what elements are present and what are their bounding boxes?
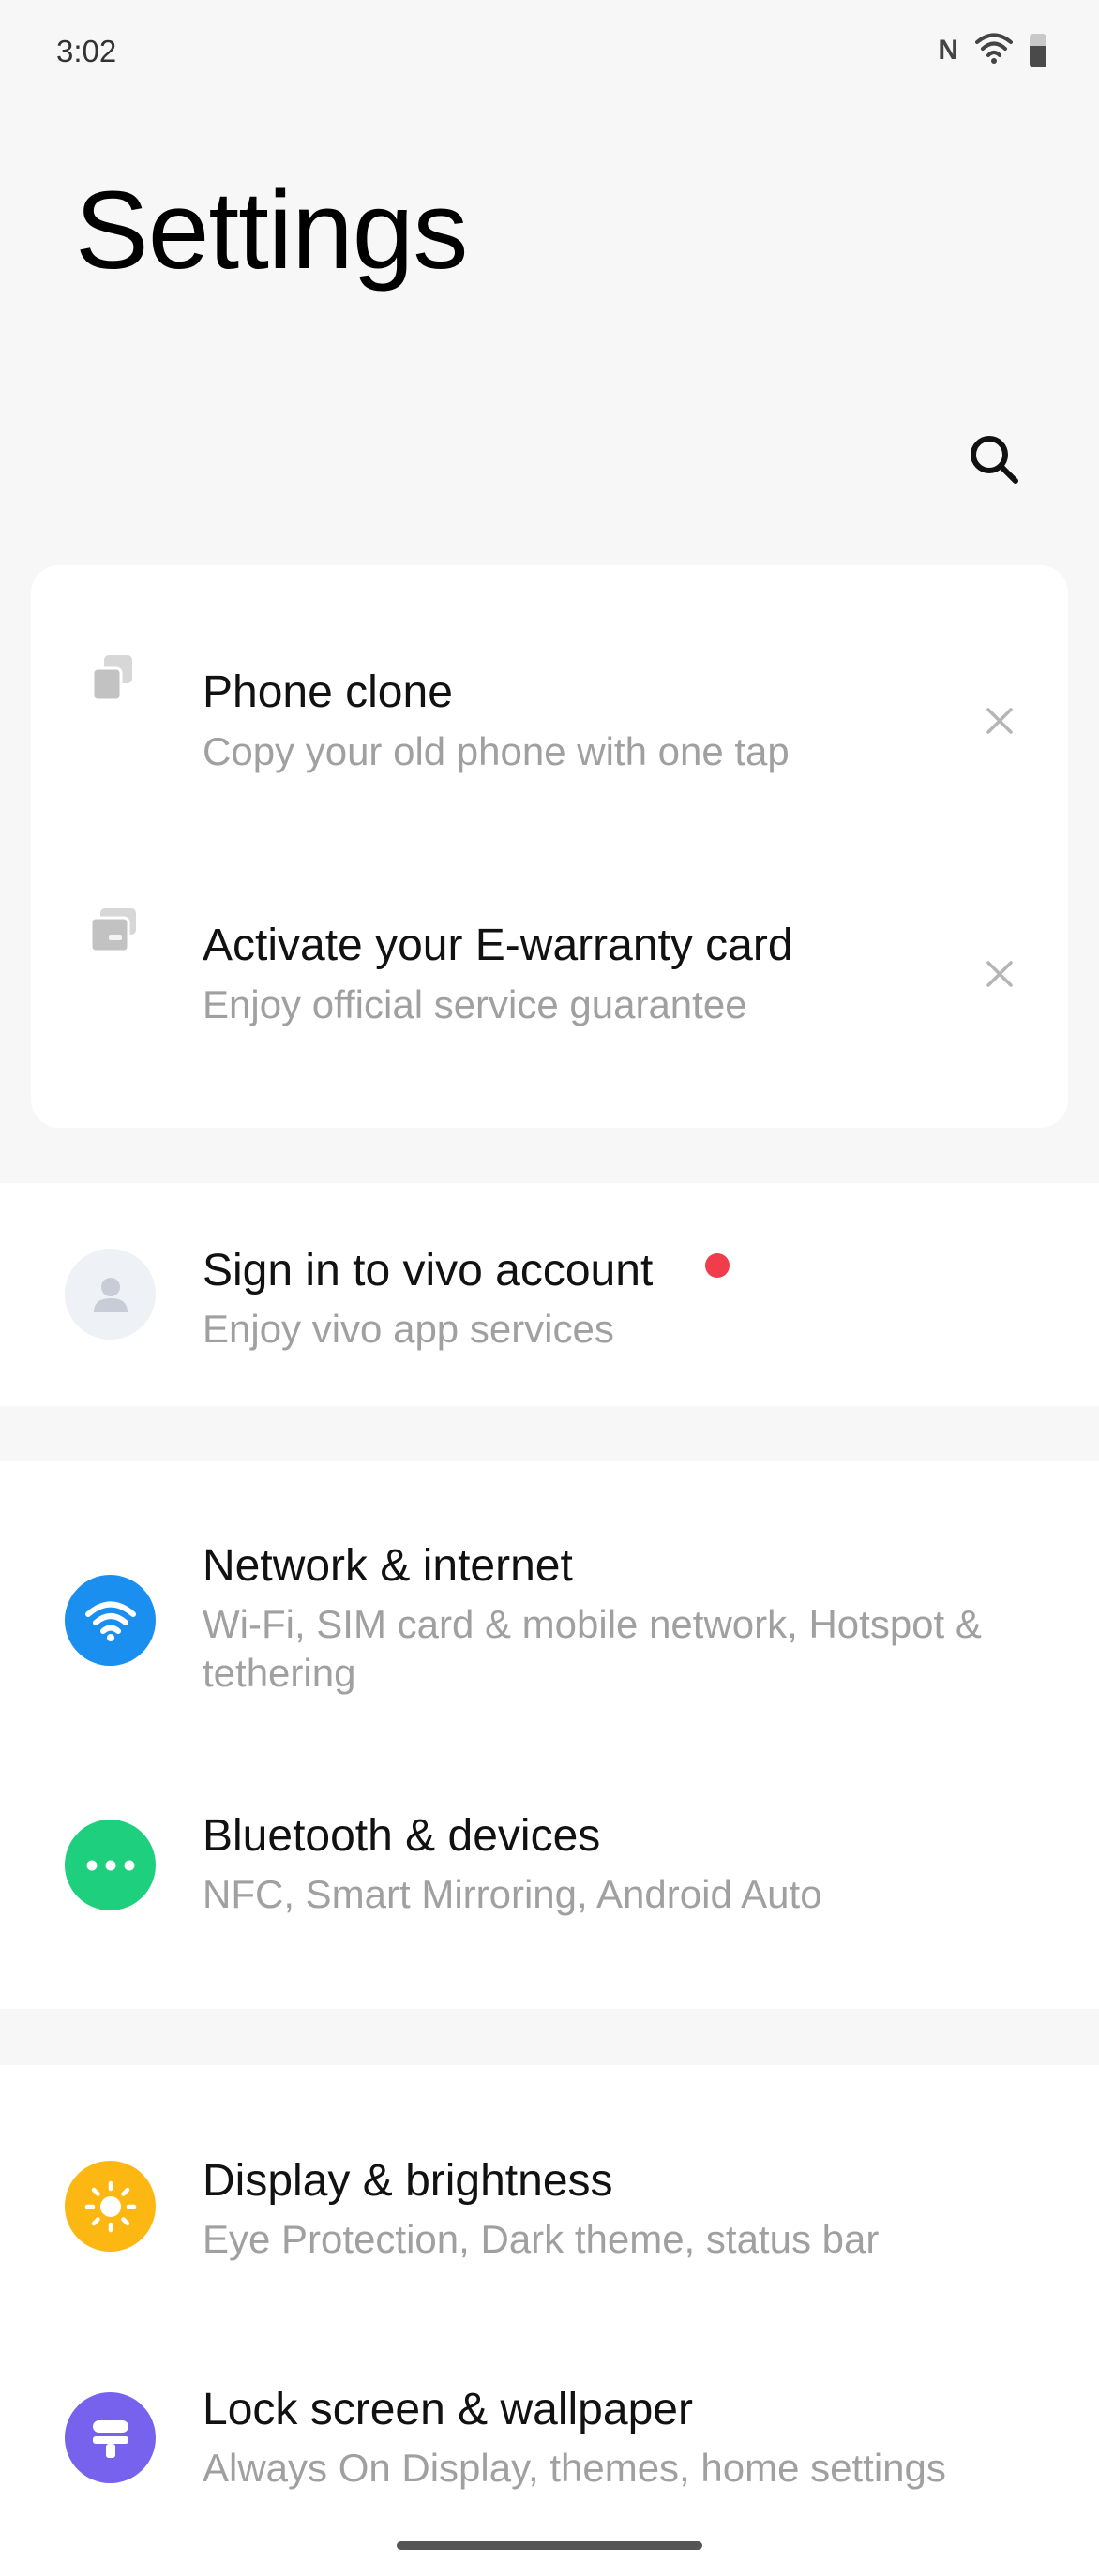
bluetooth-devices-item[interactable]: Bluetooth & devices NFC, Smart Mirroring… (0, 1771, 1099, 2009)
wifi-icon (84, 1601, 136, 1641)
bluetooth-icon-badge (65, 1820, 156, 1910)
suggestion-card: Phone clone Copy your old phone with one… (31, 565, 1068, 1128)
wallpaper-icon (92, 2419, 128, 2458)
more-dots-icon (86, 1860, 134, 1870)
display-icon-badge (65, 2161, 156, 2252)
display-brightness-item[interactable]: Display & brightness Eye Protection, Dar… (0, 2065, 1099, 2337)
bluetooth-title: Bluetooth & devices (203, 1811, 601, 1861)
sign-in-account-item[interactable]: Sign in to vivo account Enjoy vivo app s… (0, 1183, 1099, 1406)
bluetooth-subtitle: NFC, Smart Mirroring, Android Auto (203, 1872, 822, 1916)
network-internet-item[interactable]: Network & internet Wi-Fi, SIM card & mob… (0, 1461, 1099, 1771)
settings-screen: 3:02 N Settings Phone clone Copy your ol… (0, 0, 1099, 2576)
search-button[interactable] (968, 433, 1020, 486)
suggestion-e-warranty[interactable]: Activate your E-warranty card Enjoy offi… (31, 818, 1068, 1034)
suggestion-phone-clone[interactable]: Phone clone Copy your old phone with one… (31, 565, 1068, 781)
home-indicator[interactable] (397, 2541, 702, 2550)
suggestion-subtitle: Copy your old phone with one tap (203, 729, 790, 773)
dismiss-button[interactable] (978, 952, 1021, 996)
status-time: 3:02 (56, 34, 117, 68)
close-icon (986, 708, 1013, 734)
display-subtitle: Eye Protection, Dark theme, status bar (203, 2217, 880, 2261)
account-title: Sign in to vivo account (203, 1246, 654, 1295)
dismiss-button[interactable] (978, 699, 1021, 742)
status-bar: 3:02 N (0, 0, 1099, 103)
nfc-icon: N (938, 34, 958, 66)
suggestion-title: Activate your E-warranty card (203, 921, 793, 970)
wallpaper-icon-badge (65, 2392, 156, 2483)
lock-screen-title: Lock screen & wallpaper (203, 2385, 693, 2434)
account-subtitle: Enjoy vivo app services (203, 1307, 614, 1351)
notification-dot (705, 1253, 730, 1278)
wifi-status-icon (975, 32, 1013, 68)
suggestion-title: Phone clone (203, 667, 453, 717)
status-icons: N (938, 32, 1046, 68)
network-subtitle: Wi-Fi, SIM card & mobile network, Hotspo… (203, 1602, 982, 1695)
close-icon (986, 961, 1013, 987)
warranty-card-icon (89, 908, 136, 953)
avatar (65, 1249, 156, 1340)
network-icon-badge (65, 1575, 156, 1666)
lock-screen-wallpaper-item[interactable]: Lock screen & wallpaper Always On Displa… (0, 2337, 1099, 2576)
lock-screen-subtitle: Always On Display, themes, home settings (203, 2446, 946, 2490)
display-section: Display & brightness Eye Protection, Dar… (0, 2065, 1099, 2576)
search-icon (971, 436, 1018, 484)
page-title: Settings (75, 169, 468, 292)
avatar-icon (93, 1277, 128, 1312)
account-section: Sign in to vivo account Enjoy vivo app s… (0, 1183, 1099, 1406)
connectivity-section: Network & internet Wi-Fi, SIM card & mob… (0, 1461, 1099, 2009)
sun-icon (84, 2180, 136, 2232)
display-title: Display & brightness (203, 2156, 613, 2206)
suggestion-subtitle: Enjoy official service guarantee (203, 982, 747, 1026)
phone-clone-icon (91, 655, 132, 702)
network-title: Network & internet (203, 1541, 573, 1591)
battery-icon (1030, 33, 1046, 67)
